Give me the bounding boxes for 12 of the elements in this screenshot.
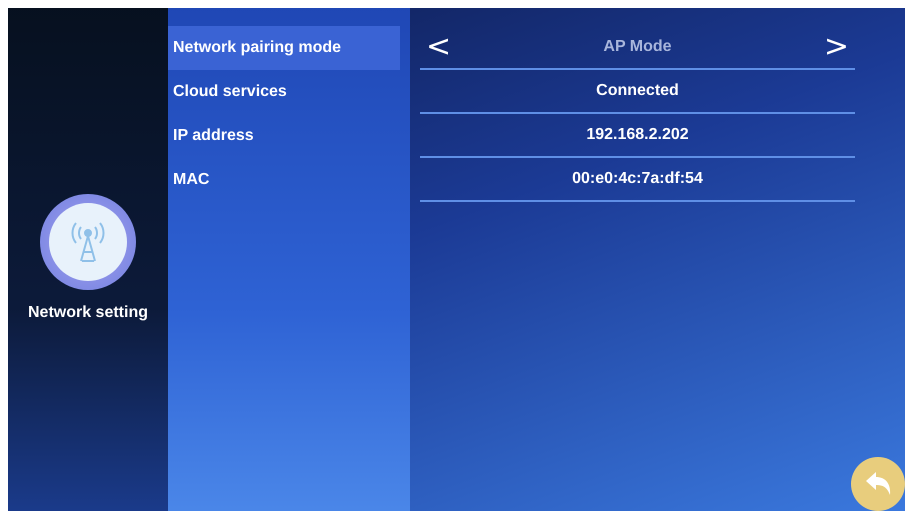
- menu-item[interactable]: MAC: [168, 158, 400, 202]
- previous-button[interactable]: <: [420, 32, 458, 62]
- setting-value: AP Mode: [603, 38, 672, 56]
- setting-value: Connected: [596, 82, 679, 100]
- sidebar-label: Network setting: [28, 304, 148, 322]
- back-button[interactable]: [851, 457, 905, 511]
- menu-item[interactable]: Cloud services: [168, 70, 400, 114]
- menu-item[interactable]: Network pairing mode: [168, 26, 400, 70]
- next-button[interactable]: >: [818, 32, 855, 62]
- setting-value: 00:e0:4c:7a:df:54: [572, 170, 703, 188]
- setting-value: 192.168.2.202: [586, 126, 689, 144]
- menu-item[interactable]: IP address: [168, 114, 400, 158]
